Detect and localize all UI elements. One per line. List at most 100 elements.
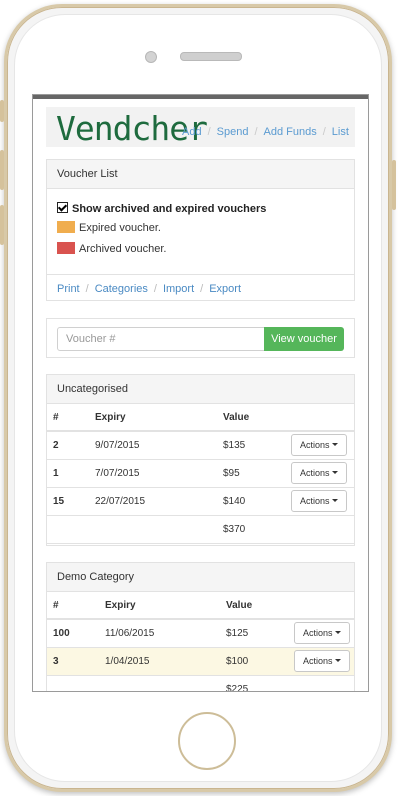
table-header: # Expiry Value (47, 404, 354, 432)
actions-dropdown[interactable]: Actions (294, 622, 350, 645)
col-expiry: Expiry (89, 404, 217, 432)
actions-label: Actions (300, 440, 330, 451)
empty-cell (89, 515, 217, 544)
link-categories[interactable]: Categories (95, 283, 148, 295)
col-value: Value (220, 592, 288, 620)
view-voucher-button[interactable]: View voucher (264, 327, 344, 351)
voucher-number: 2 (47, 431, 89, 460)
link-print[interactable]: Print (57, 283, 80, 295)
demo-category-panel: Demo Category # Expiry Value 100 11/06/2… (46, 562, 355, 691)
nav-list[interactable]: List (332, 126, 349, 138)
voucher-value: $125 (220, 619, 288, 648)
voucher-expiry: 9/07/2015 (89, 431, 217, 460)
archived-swatch (57, 242, 75, 254)
app-screen: Vendcher Add / Spend / Add Funds / List Vouche… (32, 94, 369, 692)
phone-volume-up (0, 150, 4, 190)
voucher-number: 100 (47, 619, 99, 648)
empty-cell (99, 675, 220, 691)
col-number: # (47, 592, 99, 620)
actions-label: Actions (303, 656, 333, 666)
actions-dropdown[interactable]: Actions (294, 650, 350, 672)
col-actions (285, 404, 354, 432)
actions-cell: Actions (288, 647, 354, 676)
voucher-expiry: 1/04/2015 (99, 647, 220, 676)
nav-spend[interactable]: Spend (217, 126, 249, 138)
actions-label: Actions (300, 468, 330, 478)
separator: / (153, 283, 157, 295)
voucher-table: # Expiry Value 2 9/07/2015 $135 Actions … (47, 404, 354, 544)
actions-cell: Actions (285, 487, 354, 516)
table-header: # Expiry Value (47, 592, 354, 620)
separator: / (200, 283, 204, 295)
table-row[interactable]: 2 9/07/2015 $135 Actions (47, 431, 354, 460)
total-row: $370 (47, 515, 354, 544)
empty-cell (47, 675, 99, 691)
separator: / (207, 126, 211, 138)
col-number: # (47, 404, 89, 432)
show-archived-row[interactable]: Show archived and expired vouchers (57, 202, 266, 215)
actions-dropdown[interactable]: Actions (291, 462, 347, 484)
voucher-expiry: 22/07/2015 (89, 487, 217, 516)
actions-label: Actions (300, 496, 330, 506)
legend-expired-label: Expired voucher. (79, 222, 161, 234)
voucher-number: 15 (47, 487, 89, 516)
actions-dropdown[interactable]: Actions (291, 490, 347, 512)
link-export[interactable]: Export (209, 283, 241, 295)
voucher-expiry: 7/07/2015 (89, 459, 217, 488)
nav-add[interactable]: Add (182, 126, 202, 138)
table-row-expired[interactable]: 3 1/04/2015 $100 Actions (47, 647, 354, 676)
col-value: Value (217, 404, 285, 432)
voucher-value: $95 (217, 459, 285, 488)
speaker-grille (180, 52, 242, 61)
separator: / (254, 126, 258, 138)
voucher-table: # Expiry Value 100 11/06/2015 $125 Actio… (47, 592, 354, 691)
navbar: Vendcher Add / Spend / Add Funds / List (46, 107, 355, 148)
category-total: $225 (220, 675, 288, 691)
actions-cell: Actions (285, 431, 354, 460)
phone-power-button (392, 160, 396, 210)
caret-down-icon (334, 659, 341, 662)
empty-cell (47, 515, 89, 544)
phone-silent-switch (0, 100, 4, 122)
legend-archived: Archived voucher. (57, 242, 166, 255)
voucher-value: $135 (217, 431, 285, 460)
voucher-actions-links: Print / Categories / Import / Export (47, 274, 354, 302)
total-row: $225 (47, 675, 354, 691)
col-expiry: Expiry (99, 592, 220, 620)
top-bar (33, 95, 368, 99)
empty-cell (288, 675, 354, 691)
voucher-value: $100 (220, 647, 288, 676)
home-button[interactable] (178, 712, 236, 770)
table-row[interactable]: 15 22/07/2015 $140 Actions (47, 487, 354, 516)
caret-down-icon (331, 443, 338, 447)
front-camera-icon (145, 51, 157, 63)
caret-down-icon (331, 471, 338, 474)
category-title: Uncategorised (47, 375, 354, 404)
caret-down-icon (331, 499, 338, 502)
voucher-number-input[interactable]: Voucher # (57, 327, 265, 351)
show-archived-label: Show archived and expired vouchers (72, 203, 267, 215)
table-row[interactable]: 100 11/06/2015 $125 Actions (47, 619, 354, 648)
expired-swatch (57, 221, 75, 233)
legend-expired: Expired voucher. (57, 221, 161, 234)
caret-down-icon (334, 631, 341, 635)
nav-add-funds[interactable]: Add Funds (264, 126, 317, 138)
phone-volume-down (0, 205, 4, 245)
actions-cell: Actions (285, 459, 354, 488)
actions-dropdown[interactable]: Actions (291, 434, 347, 457)
search-panel: Voucher # View voucher (46, 318, 355, 358)
link-import[interactable]: Import (163, 283, 194, 295)
legend-archived-label: Archived voucher. (79, 243, 167, 255)
voucher-value: $140 (217, 487, 285, 516)
voucher-number: 1 (47, 459, 89, 488)
voucher-number: 3 (47, 647, 99, 676)
category-title: Demo Category (47, 563, 354, 592)
table-row[interactable]: 1 7/07/2015 $95 Actions (47, 459, 354, 488)
uncategorised-panel: Uncategorised # Expiry Value 2 9/07/2015… (46, 374, 355, 546)
separator: / (322, 126, 326, 138)
actions-label: Actions (303, 628, 333, 639)
col-actions (288, 592, 354, 620)
actions-cell: Actions (288, 619, 354, 648)
show-archived-checkbox[interactable] (57, 202, 68, 213)
separator: / (85, 283, 89, 295)
